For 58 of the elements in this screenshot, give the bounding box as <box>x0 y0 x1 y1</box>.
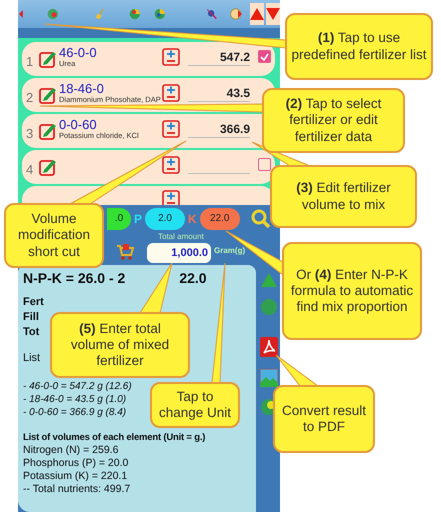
checkbox[interactable] <box>258 50 271 63</box>
callout-pointer <box>139 262 172 314</box>
plus-minus-icon[interactable] <box>162 84 180 102</box>
scroll-left-icon[interactable] <box>19 8 23 20</box>
pdf-icon[interactable] <box>260 337 278 357</box>
image-icon[interactable] <box>260 369 278 387</box>
fertilizer-row[interactable]: 4 <box>22 150 275 184</box>
row-number: 2 <box>26 89 34 107</box>
element-amount: Phosphorus (P) = 20.0 <box>23 457 128 470</box>
amount-field[interactable]: 43.5 <box>188 84 250 102</box>
fertilizer-amount: - 46-0-0 = 547.2 g (12.6) <box>23 380 132 393</box>
npk-result: N-P-K = 26.0 - 2 <box>23 269 126 287</box>
scroll-right-icon[interactable] <box>238 8 242 20</box>
summary-line: Tot <box>23 325 40 340</box>
fertilizer-formula: 18-46-0 <box>59 82 104 96</box>
row-number: 1 <box>26 53 34 71</box>
nutrient-field[interactable]: .0 <box>107 208 131 230</box>
element-amount: Nitrogen (N) = 259.6 <box>23 444 118 457</box>
element-list-title: List of volumes of each element (Unit = g.) <box>23 431 206 444</box>
total-amount-label: Total amount <box>158 232 204 241</box>
nutrient-field[interactable]: 2.0 <box>145 208 186 230</box>
plus-minus-icon[interactable] <box>162 120 180 138</box>
list-title: List <box>23 352 40 365</box>
edit-icon[interactable] <box>39 86 57 104</box>
plus-minus-icon[interactable] <box>162 156 180 174</box>
fertilizer-formula: 0-0-60 <box>59 118 97 132</box>
callout: Or (4) Enter N-P-K formula to automatic find mix proportion <box>282 242 422 340</box>
element-amount: -- Total nutrients: 499.7 <box>23 483 130 496</box>
plus-minus-icon[interactable] <box>162 190 180 205</box>
row-number: 3 <box>26 125 34 143</box>
summary-line: Fert <box>23 295 44 310</box>
row-number: 4 <box>26 161 34 179</box>
callout-pointer <box>276 354 320 386</box>
fertilizer-formula: 46-0-0 <box>59 46 97 60</box>
unit-selector[interactable]: Gram(g) <box>214 244 246 256</box>
fertilizer-amount: - 18-46-0 = 43.5 g (1.0) <box>23 393 126 406</box>
cart-icon[interactable] <box>116 243 134 261</box>
element-amount: Potassium (K) = 220.1 <box>23 470 128 483</box>
checkbox[interactable] <box>258 158 271 171</box>
search-icon[interactable] <box>250 208 271 228</box>
amount-field[interactable]: 366.9 <box>188 120 250 138</box>
amount-field[interactable]: 547.2 <box>188 48 250 66</box>
plus-minus-icon[interactable] <box>162 48 180 66</box>
callout: Volume modification short cut <box>4 203 104 268</box>
nutrient-field[interactable]: 22.0 <box>200 208 240 230</box>
nutrient-label: P <box>134 210 142 228</box>
move-down-button[interactable] <box>266 3 280 25</box>
move-up-button[interactable] <box>250 3 264 25</box>
fertilizer-amount: - 0-0-60 = 366.9 g (8.4) <box>23 406 126 419</box>
nutrient-label: K <box>188 210 197 228</box>
callout: (1) Tap to use predefined fertilizer list <box>285 13 433 80</box>
summary-line: Fill <box>23 310 39 325</box>
edit-icon[interactable] <box>39 158 57 176</box>
callout: Tap to change Unit <box>150 382 240 428</box>
npk-result: 22.0 <box>179 269 207 287</box>
total-amount-field[interactable]: 1,000.0 <box>147 243 211 263</box>
edit-icon[interactable] <box>39 122 57 140</box>
edit-icon[interactable] <box>39 50 57 68</box>
